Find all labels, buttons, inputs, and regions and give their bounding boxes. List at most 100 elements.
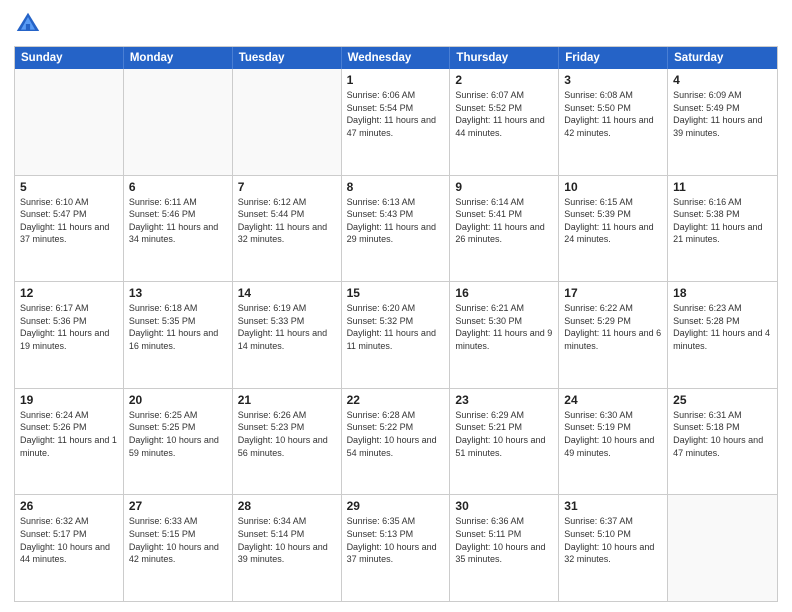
day-number: 14 bbox=[238, 286, 336, 300]
calendar: SundayMondayTuesdayWednesdayThursdayFrid… bbox=[14, 46, 778, 602]
day-info: Sunrise: 6:22 AMSunset: 5:29 PMDaylight:… bbox=[564, 302, 662, 352]
calendar-week-4: 26 Sunrise: 6:32 AMSunset: 5:17 PMDayligh… bbox=[15, 495, 777, 601]
calendar-week-0: 1 Sunrise: 6:06 AMSunset: 5:54 PMDaylight… bbox=[15, 69, 777, 176]
day-info: Sunrise: 6:21 AMSunset: 5:30 PMDaylight:… bbox=[455, 302, 553, 352]
day-cell-31: 31 Sunrise: 6:37 AMSunset: 5:10 PMDayligh… bbox=[559, 495, 668, 601]
day-number: 1 bbox=[347, 73, 445, 87]
day-number: 4 bbox=[673, 73, 772, 87]
day-number: 21 bbox=[238, 393, 336, 407]
day-number: 29 bbox=[347, 499, 445, 513]
day-number: 19 bbox=[20, 393, 118, 407]
day-info: Sunrise: 6:07 AMSunset: 5:52 PMDaylight:… bbox=[455, 89, 553, 139]
day-number: 5 bbox=[20, 180, 118, 194]
day-info: Sunrise: 6:15 AMSunset: 5:39 PMDaylight:… bbox=[564, 196, 662, 246]
day-info: Sunrise: 6:32 AMSunset: 5:17 PMDaylight:… bbox=[20, 515, 118, 565]
day-cell-24: 24 Sunrise: 6:30 AMSunset: 5:19 PMDayligh… bbox=[559, 389, 668, 495]
day-cell-26: 26 Sunrise: 6:32 AMSunset: 5:17 PMDayligh… bbox=[15, 495, 124, 601]
day-cell-1: 1 Sunrise: 6:06 AMSunset: 5:54 PMDaylight… bbox=[342, 69, 451, 175]
day-cell-8: 8 Sunrise: 6:13 AMSunset: 5:43 PMDaylight… bbox=[342, 176, 451, 282]
day-info: Sunrise: 6:19 AMSunset: 5:33 PMDaylight:… bbox=[238, 302, 336, 352]
day-info: Sunrise: 6:18 AMSunset: 5:35 PMDaylight:… bbox=[129, 302, 227, 352]
day-number: 26 bbox=[20, 499, 118, 513]
day-number: 18 bbox=[673, 286, 772, 300]
day-number: 15 bbox=[347, 286, 445, 300]
day-number: 13 bbox=[129, 286, 227, 300]
day-number: 16 bbox=[455, 286, 553, 300]
day-number: 8 bbox=[347, 180, 445, 194]
day-info: Sunrise: 6:28 AMSunset: 5:22 PMDaylight:… bbox=[347, 409, 445, 459]
day-cell-22: 22 Sunrise: 6:28 AMSunset: 5:22 PMDayligh… bbox=[342, 389, 451, 495]
day-info: Sunrise: 6:06 AMSunset: 5:54 PMDaylight:… bbox=[347, 89, 445, 139]
logo-icon bbox=[14, 10, 42, 38]
day-cell-25: 25Sunrise: 6:31 AMSunset: 5:18 PMDayligh… bbox=[668, 389, 777, 495]
day-cell-12: 12 Sunrise: 6:17 AMSunset: 5:36 PMDayligh… bbox=[15, 282, 124, 388]
day-number: 22 bbox=[347, 393, 445, 407]
day-header-sunday: Sunday bbox=[15, 47, 124, 69]
day-info: Sunrise: 6:33 AMSunset: 5:15 PMDaylight:… bbox=[129, 515, 227, 565]
day-cell-23: 23Sunrise: 6:29 AMSunset: 5:21 PMDayligh… bbox=[450, 389, 559, 495]
day-cell-9: 9 Sunrise: 6:14 AMSunset: 5:41 PMDaylight… bbox=[450, 176, 559, 282]
day-cell-17: 17 Sunrise: 6:22 AMSunset: 5:29 PMDayligh… bbox=[559, 282, 668, 388]
calendar-header: SundayMondayTuesdayWednesdayThursdayFrid… bbox=[15, 47, 777, 69]
day-info: Sunrise: 6:37 AMSunset: 5:10 PMDaylight:… bbox=[564, 515, 662, 565]
day-cell-11: 11 Sunrise: 6:16 AMSunset: 5:38 PMDayligh… bbox=[668, 176, 777, 282]
day-info: Sunrise: 6:31 AMSunset: 5:18 PMDaylight:… bbox=[673, 409, 772, 459]
calendar-week-3: 19Sunrise: 6:24 AMSunset: 5:26 PMDayligh… bbox=[15, 389, 777, 496]
day-info: Sunrise: 6:20 AMSunset: 5:32 PMDaylight:… bbox=[347, 302, 445, 352]
day-info: Sunrise: 6:36 AMSunset: 5:11 PMDaylight:… bbox=[455, 515, 553, 565]
day-number: 11 bbox=[673, 180, 772, 194]
calendar-week-2: 12 Sunrise: 6:17 AMSunset: 5:36 PMDayligh… bbox=[15, 282, 777, 389]
day-info: Sunrise: 6:10 AMSunset: 5:47 PMDaylight:… bbox=[20, 196, 118, 246]
day-number: 24 bbox=[564, 393, 662, 407]
day-cell-15: 15 Sunrise: 6:20 AMSunset: 5:32 PMDayligh… bbox=[342, 282, 451, 388]
day-number: 30 bbox=[455, 499, 553, 513]
day-number: 7 bbox=[238, 180, 336, 194]
day-cell-7: 7Sunrise: 6:12 AMSunset: 5:44 PMDaylight… bbox=[233, 176, 342, 282]
day-info: Sunrise: 6:29 AMSunset: 5:21 PMDaylight:… bbox=[455, 409, 553, 459]
header bbox=[14, 10, 778, 38]
day-cell-10: 10 Sunrise: 6:15 AMSunset: 5:39 PMDayligh… bbox=[559, 176, 668, 282]
day-cell-21: 21 Sunrise: 6:26 AMSunset: 5:23 PMDayligh… bbox=[233, 389, 342, 495]
day-number: 6 bbox=[129, 180, 227, 194]
empty-cell bbox=[124, 69, 233, 175]
day-header-saturday: Saturday bbox=[668, 47, 777, 69]
day-cell-3: 3Sunrise: 6:08 AMSunset: 5:50 PMDaylight… bbox=[559, 69, 668, 175]
day-number: 20 bbox=[129, 393, 227, 407]
day-number: 3 bbox=[564, 73, 662, 87]
calendar-week-1: 5 Sunrise: 6:10 AMSunset: 5:47 PMDaylight… bbox=[15, 176, 777, 283]
day-number: 2 bbox=[455, 73, 553, 87]
day-cell-13: 13 Sunrise: 6:18 AMSunset: 5:35 PMDayligh… bbox=[124, 282, 233, 388]
empty-cell bbox=[233, 69, 342, 175]
day-cell-30: 30 Sunrise: 6:36 AMSunset: 5:11 PMDayligh… bbox=[450, 495, 559, 601]
day-number: 9 bbox=[455, 180, 553, 194]
day-cell-2: 2 Sunrise: 6:07 AMSunset: 5:52 PMDaylight… bbox=[450, 69, 559, 175]
day-cell-27: 27 Sunrise: 6:33 AMSunset: 5:15 PMDayligh… bbox=[124, 495, 233, 601]
day-cell-5: 5 Sunrise: 6:10 AMSunset: 5:47 PMDaylight… bbox=[15, 176, 124, 282]
day-cell-29: 29Sunrise: 6:35 AMSunset: 5:13 PMDayligh… bbox=[342, 495, 451, 601]
day-number: 10 bbox=[564, 180, 662, 194]
day-header-tuesday: Tuesday bbox=[233, 47, 342, 69]
day-cell-20: 20 Sunrise: 6:25 AMSunset: 5:25 PMDayligh… bbox=[124, 389, 233, 495]
day-number: 27 bbox=[129, 499, 227, 513]
day-number: 12 bbox=[20, 286, 118, 300]
calendar-body: 1 Sunrise: 6:06 AMSunset: 5:54 PMDaylight… bbox=[15, 69, 777, 601]
day-cell-18: 18 Sunrise: 6:23 AMSunset: 5:28 PMDayligh… bbox=[668, 282, 777, 388]
day-info: Sunrise: 6:17 AMSunset: 5:36 PMDaylight:… bbox=[20, 302, 118, 352]
day-info: Sunrise: 6:16 AMSunset: 5:38 PMDaylight:… bbox=[673, 196, 772, 246]
day-info: Sunrise: 6:26 AMSunset: 5:23 PMDaylight:… bbox=[238, 409, 336, 459]
day-cell-6: 6Sunrise: 6:11 AMSunset: 5:46 PMDaylight… bbox=[124, 176, 233, 282]
empty-cell bbox=[668, 495, 777, 601]
day-cell-14: 14 Sunrise: 6:19 AMSunset: 5:33 PMDayligh… bbox=[233, 282, 342, 388]
day-number: 17 bbox=[564, 286, 662, 300]
day-info: Sunrise: 6:25 AMSunset: 5:25 PMDaylight:… bbox=[129, 409, 227, 459]
day-info: Sunrise: 6:34 AMSunset: 5:14 PMDaylight:… bbox=[238, 515, 336, 565]
logo bbox=[14, 10, 46, 38]
day-info: Sunrise: 6:13 AMSunset: 5:43 PMDaylight:… bbox=[347, 196, 445, 246]
day-number: 31 bbox=[564, 499, 662, 513]
day-cell-4: 4Sunrise: 6:09 AMSunset: 5:49 PMDaylight… bbox=[668, 69, 777, 175]
day-info: Sunrise: 6:30 AMSunset: 5:19 PMDaylight:… bbox=[564, 409, 662, 459]
day-header-wednesday: Wednesday bbox=[342, 47, 451, 69]
day-info: Sunrise: 6:14 AMSunset: 5:41 PMDaylight:… bbox=[455, 196, 553, 246]
day-info: Sunrise: 6:23 AMSunset: 5:28 PMDaylight:… bbox=[673, 302, 772, 352]
day-header-thursday: Thursday bbox=[450, 47, 559, 69]
